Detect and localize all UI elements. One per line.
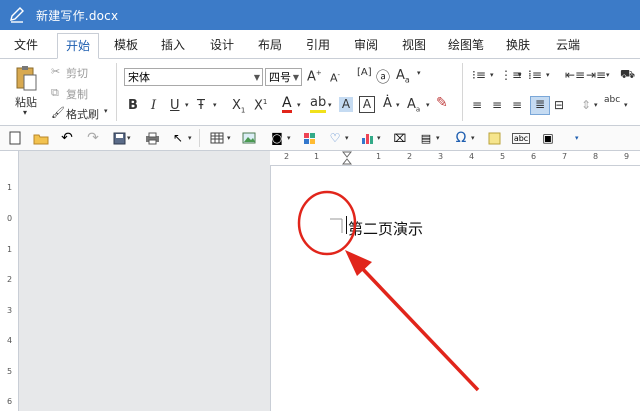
annotation-overlay: [297, 190, 480, 392]
highlight-circle: [297, 190, 357, 256]
pointer-arrow-shaft: [356, 262, 480, 392]
